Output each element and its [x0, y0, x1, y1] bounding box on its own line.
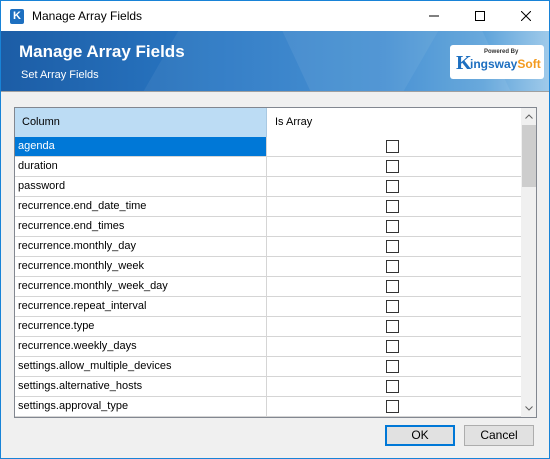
- header-banner: Manage Array Fields Set Array Fields Pow…: [1, 31, 549, 91]
- minimize-icon: [429, 15, 439, 17]
- table-row[interactable]: recurrence.weekly_days: [15, 337, 521, 357]
- manage-array-fields-dialog: K Manage Array Fields Manage Array Field…: [0, 0, 550, 459]
- minimize-button[interactable]: [411, 1, 457, 31]
- column-name-cell[interactable]: settings.alternative_hosts: [15, 377, 267, 396]
- grid-header: Column Is Array: [15, 108, 521, 137]
- is-array-cell[interactable]: [267, 337, 521, 356]
- is-array-checkbox[interactable]: [386, 300, 399, 313]
- table-row[interactable]: recurrence.monthly_week_day: [15, 277, 521, 297]
- is-array-checkbox[interactable]: [386, 260, 399, 273]
- is-array-cell[interactable]: [267, 177, 521, 196]
- column-name-cell[interactable]: recurrence.repeat_interval: [15, 297, 267, 316]
- is-array-checkbox[interactable]: [386, 340, 399, 353]
- table-row[interactable]: duration: [15, 157, 521, 177]
- table-row[interactable]: agenda: [15, 137, 521, 157]
- is-array-checkbox[interactable]: [386, 220, 399, 233]
- chevron-up-icon: [525, 114, 533, 119]
- banner-title: Manage Array Fields: [19, 42, 185, 61]
- is-array-cell[interactable]: [267, 357, 521, 376]
- close-button[interactable]: [503, 1, 549, 31]
- is-array-checkbox[interactable]: [386, 360, 399, 373]
- banner-subtitle: Set Array Fields: [21, 69, 99, 81]
- is-array-cell[interactable]: [267, 157, 521, 176]
- table-row[interactable]: recurrence.repeat_interval: [15, 297, 521, 317]
- column-name-cell[interactable]: recurrence.end_times: [15, 217, 267, 236]
- title-bar: K Manage Array Fields: [1, 1, 549, 31]
- is-array-cell[interactable]: [267, 217, 521, 236]
- is-array-cell[interactable]: [267, 377, 521, 396]
- is-array-cell[interactable]: [267, 257, 521, 276]
- array-fields-grid[interactable]: Column Is Array agenda duration password re…: [14, 107, 537, 418]
- grid-body: agenda duration password recurrence.end_dat…: [15, 137, 521, 417]
- chevron-down-icon: [525, 406, 533, 411]
- is-array-checkbox[interactable]: [386, 180, 399, 193]
- vertical-scrollbar[interactable]: [521, 108, 536, 417]
- column-name-cell[interactable]: duration: [15, 157, 267, 176]
- table-row[interactable]: settings.allow_multiple_devices: [15, 357, 521, 377]
- logo-name-accent: Soft: [517, 57, 541, 71]
- table-row[interactable]: recurrence.monthly_week: [15, 257, 521, 277]
- is-array-checkbox[interactable]: [386, 140, 399, 153]
- is-array-checkbox[interactable]: [386, 320, 399, 333]
- scroll-up-button[interactable]: [521, 108, 536, 125]
- column-name-cell[interactable]: password: [15, 177, 267, 196]
- table-row[interactable]: recurrence.end_date_time: [15, 197, 521, 217]
- column-name-cell[interactable]: settings.approval_type: [15, 397, 267, 416]
- column-name-cell[interactable]: recurrence.end_date_time: [15, 197, 267, 216]
- scroll-down-button[interactable]: [521, 400, 536, 417]
- column-name-cell[interactable]: agenda: [15, 137, 267, 156]
- table-row[interactable]: recurrence.monthly_day: [15, 237, 521, 257]
- column-header-is-array[interactable]: Is Array: [267, 108, 521, 137]
- is-array-cell[interactable]: [267, 317, 521, 336]
- is-array-checkbox[interactable]: [386, 240, 399, 253]
- column-name-cell[interactable]: recurrence.monthly_week: [15, 257, 267, 276]
- is-array-checkbox[interactable]: [386, 200, 399, 213]
- is-array-checkbox[interactable]: [386, 400, 399, 413]
- is-array-cell[interactable]: [267, 277, 521, 296]
- is-array-checkbox[interactable]: [386, 380, 399, 393]
- table-row[interactable]: password: [15, 177, 521, 197]
- close-icon: [521, 11, 531, 21]
- column-name-cell[interactable]: recurrence.weekly_days: [15, 337, 267, 356]
- is-array-cell[interactable]: [267, 197, 521, 216]
- column-name-cell[interactable]: recurrence.monthly_week_day: [15, 277, 267, 296]
- logo-powered-by: Powered By: [484, 49, 519, 55]
- scrollbar-thumb[interactable]: [522, 125, 536, 187]
- kingswaysoft-logo: Powered By K ingswaySoft: [450, 45, 544, 79]
- maximize-icon: [475, 11, 485, 21]
- is-array-checkbox[interactable]: [386, 280, 399, 293]
- is-array-cell[interactable]: [267, 297, 521, 316]
- is-array-checkbox[interactable]: [386, 160, 399, 173]
- column-name-cell[interactable]: settings.allow_multiple_devices: [15, 357, 267, 376]
- table-row[interactable]: recurrence.end_times: [15, 217, 521, 237]
- column-name-cell[interactable]: recurrence.monthly_day: [15, 237, 267, 256]
- kingswaysoft-app-icon: K: [10, 9, 24, 24]
- window-title: Manage Array Fields: [32, 9, 143, 23]
- table-row[interactable]: recurrence.type: [15, 317, 521, 337]
- table-row[interactable]: settings.approval_type: [15, 397, 521, 417]
- banner-divider: [1, 91, 549, 92]
- logo-name-main: ingsway: [470, 57, 518, 71]
- column-header-column[interactable]: Column: [15, 108, 267, 137]
- column-name-cell[interactable]: recurrence.type: [15, 317, 267, 336]
- is-array-cell[interactable]: [267, 397, 521, 416]
- logo-name: ingswaySoft: [470, 57, 541, 71]
- is-array-cell[interactable]: [267, 137, 521, 156]
- cancel-button[interactable]: Cancel: [464, 425, 534, 446]
- ok-button[interactable]: OK: [385, 425, 455, 446]
- maximize-button[interactable]: [457, 1, 503, 31]
- is-array-cell[interactable]: [267, 237, 521, 256]
- table-row[interactable]: settings.alternative_hosts: [15, 377, 521, 397]
